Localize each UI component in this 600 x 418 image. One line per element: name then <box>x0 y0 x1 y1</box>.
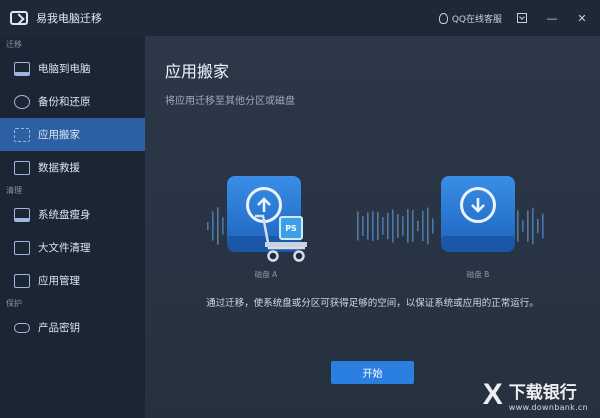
watermark-logo-icon: X <box>482 378 503 411</box>
sidebar-item-app-move[interactable]: 应用搬家 <box>0 118 145 151</box>
sidebar-item-label: 备份和还原 <box>38 96 91 108</box>
watermark-name: 下载银行 <box>508 383 577 403</box>
wave-bar <box>412 210 414 242</box>
wave-bar <box>522 220 524 232</box>
disk-b <box>441 176 515 254</box>
sidebar-item-label: 数据救援 <box>38 162 80 174</box>
wave-bar <box>377 211 379 241</box>
migration-description: 通过迁移，使系统盘或分区可获得足够的空间，以保证系统或应用的正常运行。 <box>206 298 539 309</box>
sidebar-item-app-manage[interactable]: 应用管理 <box>0 264 145 297</box>
app-file-icon: PS <box>279 216 303 240</box>
app-move-icon <box>14 127 30 142</box>
wave-bar <box>207 222 209 230</box>
wave-bar <box>372 211 374 241</box>
wave-bar <box>532 207 534 245</box>
titlebar-controls: QQ在线客服 — ✕ <box>438 0 592 36</box>
app-title: 易我电脑迁移 <box>36 12 102 25</box>
wave-bar <box>362 215 364 237</box>
sidebar-item-label: 电脑到电脑 <box>38 63 91 75</box>
disk-a-label: 磁盘 A <box>254 270 278 279</box>
section-label-migrate: 迁移 <box>6 40 22 49</box>
sidebar-item-backup-restore[interactable]: 备份和还原 <box>0 85 145 118</box>
backup-icon <box>14 94 30 109</box>
rescue-icon <box>14 160 30 175</box>
section-label-clean: 清理 <box>6 186 22 195</box>
key-icon <box>14 322 30 333</box>
download-icon <box>517 13 527 23</box>
wave-bar <box>517 210 519 242</box>
page-title: 应用搬家 <box>165 62 230 81</box>
wave-bar <box>527 210 529 242</box>
wave-bar <box>382 217 384 235</box>
section-label-protect: 保护 <box>6 299 22 308</box>
watermark-url: www.downbank.cn <box>508 403 588 412</box>
close-button[interactable]: ✕ <box>572 8 592 28</box>
download-arrow-icon <box>460 187 496 223</box>
wave-bar <box>542 213 544 239</box>
wave-bar <box>217 207 219 245</box>
wave-bar <box>402 216 404 236</box>
download-button[interactable] <box>512 8 532 28</box>
sidebar: 迁移 电脑到电脑 备份和还原 应用搬家 数据救援 清理 系统盘瘦身 大文件清理 … <box>0 36 145 418</box>
page-subtitle: 将应用迁移至其他分区或磁盘 <box>165 96 295 107</box>
minimize-button[interactable]: — <box>542 8 562 28</box>
sidebar-item-large-files[interactable]: 大文件清理 <box>0 231 145 264</box>
trash-icon <box>14 273 30 288</box>
wave-bar <box>422 210 424 242</box>
wave-bar <box>417 220 419 232</box>
wave-bar <box>427 207 429 245</box>
wave-bar <box>392 209 394 243</box>
sidebar-item-label: 应用搬家 <box>38 129 80 141</box>
qq-icon[interactable] <box>438 12 448 24</box>
wave-bar <box>222 217 224 235</box>
wave-bar <box>537 218 539 234</box>
sidebar-item-pc-to-pc[interactable]: 电脑到电脑 <box>0 52 145 85</box>
monitor-icon <box>14 61 30 76</box>
sidebar-item-label: 系统盘瘦身 <box>38 209 91 221</box>
close-icon: ✕ <box>577 11 587 25</box>
wave-bar <box>387 212 389 240</box>
start-button[interactable]: 开始 <box>331 361 414 384</box>
wave-bar <box>407 209 409 243</box>
watermark-text: 下载银行 www.downbank.cn <box>509 378 588 412</box>
disk-b-label: 磁盘 B <box>466 270 490 279</box>
app-logo-icon <box>10 11 28 25</box>
wave-bar <box>432 218 434 234</box>
wave-bar <box>212 211 214 241</box>
broom-icon <box>14 207 30 222</box>
sidebar-item-system-slim[interactable]: 系统盘瘦身 <box>0 198 145 231</box>
wave-bar <box>397 214 399 238</box>
watermark: X 下载银行 www.downbank.cn <box>483 378 588 412</box>
main-panel: 应用搬家 将应用迁移至其他分区或磁盘 PS 磁盘 A 磁盘 B 通过迁移，使系统… <box>145 36 600 418</box>
wave-bar <box>367 212 369 240</box>
sidebar-item-product-key[interactable]: 产品密钥 <box>0 311 145 344</box>
qq-support-link[interactable]: QQ在线客服 <box>452 12 502 25</box>
sidebar-item-data-rescue[interactable]: 数据救援 <box>0 151 145 184</box>
sidebar-item-label: 产品密钥 <box>38 322 80 334</box>
disk-b-base <box>441 236 515 252</box>
folder-icon <box>14 240 30 255</box>
sidebar-item-label: 应用管理 <box>38 275 80 287</box>
title-bar: 易我电脑迁移 QQ在线客服 — ✕ <box>0 0 600 36</box>
wave-bar <box>357 211 359 241</box>
sidebar-item-label: 大文件清理 <box>38 242 91 254</box>
